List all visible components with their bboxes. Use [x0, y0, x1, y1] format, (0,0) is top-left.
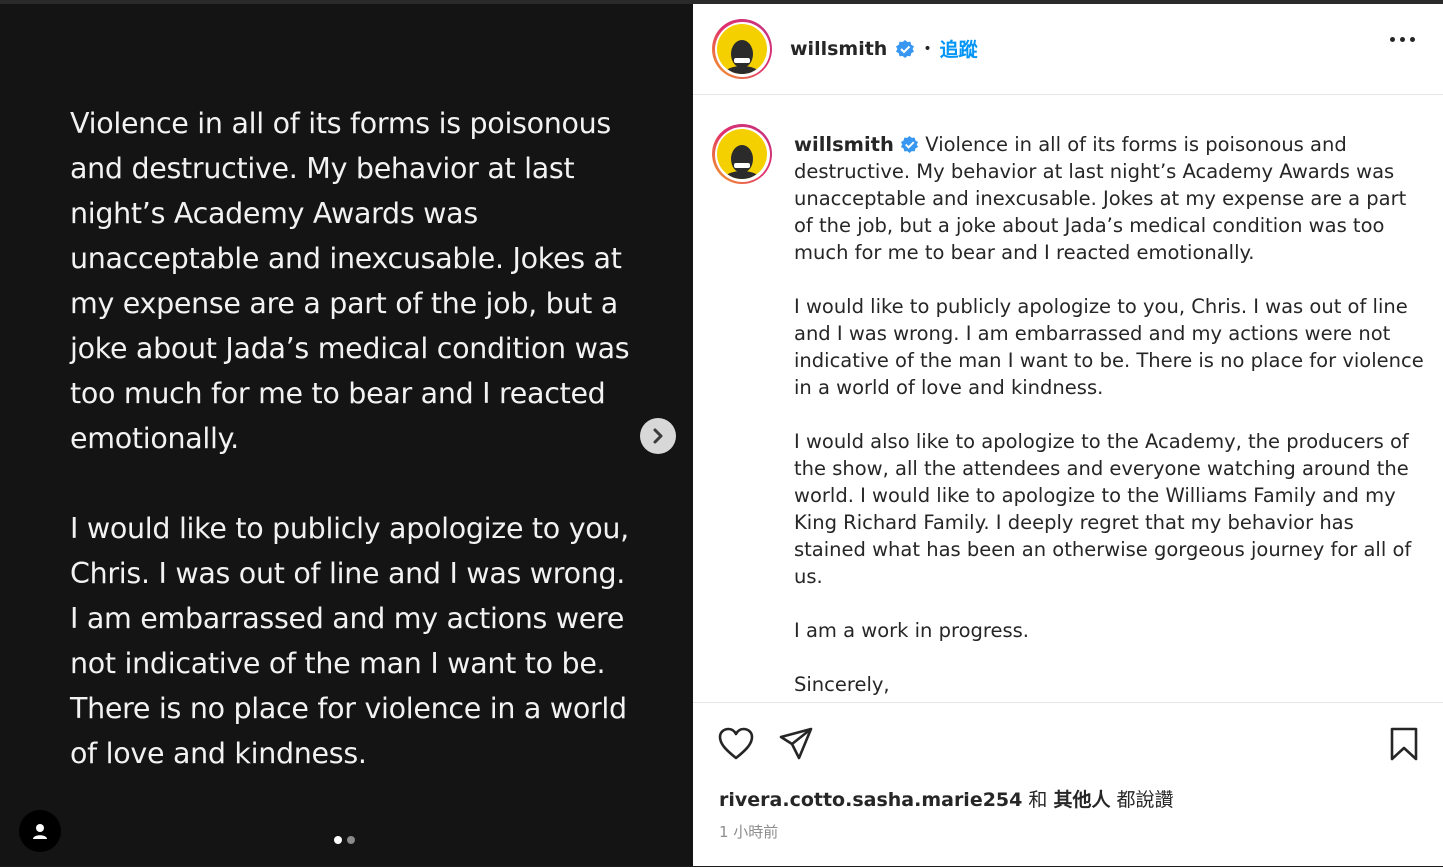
chevron-right-icon: [653, 428, 663, 444]
post-details-panel: willsmith • 追蹤 willsmith Violence in all…: [693, 4, 1443, 866]
post-caption: willsmith Violence in all of its forms i…: [794, 131, 1424, 698]
verified-badge-icon: [896, 39, 915, 58]
more-options-icon[interactable]: [1390, 37, 1415, 42]
carousel-dot: [347, 836, 355, 844]
user-tag-button[interactable]: [19, 810, 61, 852]
carousel-dot-active: [334, 836, 342, 844]
liked-by-suffix: 都說讚: [1110, 789, 1174, 811]
caption-verified-badge-icon: [901, 135, 919, 154]
media-statement-text: Violence in all of its forms is poisonou…: [70, 107, 630, 770]
carousel-next-button[interactable]: [640, 418, 676, 454]
caption-username[interactable]: willsmith: [794, 133, 894, 156]
caption-profile-photo: [717, 129, 767, 179]
profile-photo: [717, 24, 767, 74]
header-avatar[interactable]: [712, 19, 772, 79]
post-timestamp[interactable]: 1 小時前: [719, 821, 778, 842]
liked-by-and: 和: [1022, 789, 1054, 811]
follow-button[interactable]: 追蹤: [940, 35, 978, 62]
caption-avatar[interactable]: [712, 124, 772, 184]
liked-by-user[interactable]: rivera.cotto.sasha.marie254: [719, 789, 1022, 811]
header-separator: •: [923, 40, 932, 57]
post-header: willsmith • 追蹤: [693, 4, 1443, 95]
bookmark-icon[interactable]: [1390, 727, 1418, 761]
user-tag-icon: [33, 824, 47, 839]
post-media[interactable]: Violence in all of its forms is poisonou…: [0, 4, 693, 866]
send-icon[interactable]: [779, 727, 813, 761]
heart-icon[interactable]: [718, 727, 754, 761]
header-username[interactable]: willsmith: [790, 38, 887, 60]
liked-by-others[interactable]: 其他人: [1053, 789, 1110, 811]
caption-text: Violence in all of its forms is poisonou…: [794, 133, 1424, 696]
post-actions: rivera.cotto.sasha.marie254 和 其他人 都說讚 1 …: [693, 702, 1443, 867]
carousel-indicator: [334, 836, 355, 844]
liked-by-summary: rivera.cotto.sasha.marie254 和 其他人 都說讚: [719, 785, 1174, 812]
